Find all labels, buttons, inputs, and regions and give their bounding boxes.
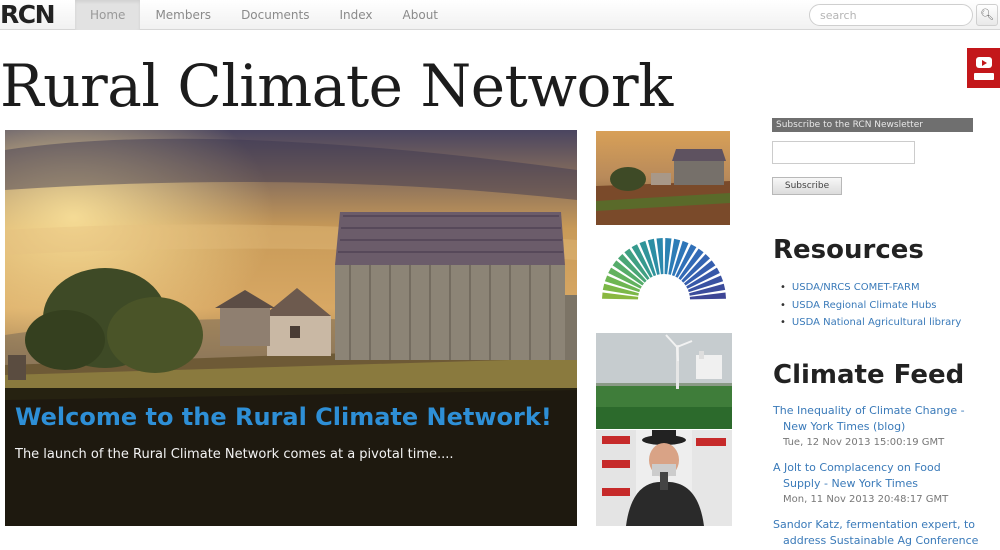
feed-item: A Jolt to Complacency on Food Supply - N… bbox=[773, 460, 1000, 508]
feed-item: Sandor Katz, fermentation expert, to add… bbox=[773, 517, 1000, 549]
resource-link-comet-farm[interactable]: USDA/NRCS COMET-FARM bbox=[780, 279, 961, 297]
search-button[interactable]: 🔍︎ bbox=[976, 4, 998, 26]
climate-feed-list: The Inequality of Climate Change - New Y… bbox=[773, 403, 1000, 550]
feed-link[interactable]: A Jolt to Complacency on Food Supply - N… bbox=[773, 460, 1000, 492]
resource-link-climate-hubs[interactable]: USDA Regional Climate Hubs bbox=[780, 297, 961, 315]
hero-heading[interactable]: Welcome to the Rural Climate Network! bbox=[15, 400, 565, 434]
feed-item: The Inequality of Climate Change - New Y… bbox=[773, 403, 1000, 451]
newsletter-label: Subscribe to the RCN Newsletter bbox=[772, 118, 973, 132]
thumbnail-speaker[interactable] bbox=[596, 430, 732, 526]
feed-link[interactable]: Sandor Katz, fermentation expert, to add… bbox=[773, 517, 1000, 549]
subscribe-button[interactable]: Subscribe bbox=[772, 177, 842, 195]
resources-list: USDA/NRCS COMET-FARM USDA Regional Clima… bbox=[780, 279, 961, 332]
hero-text: The launch of the Rural Climate Network … bbox=[15, 447, 454, 462]
nav-home[interactable]: Home bbox=[75, 0, 141, 30]
brand-logo[interactable]: RCN bbox=[0, 1, 56, 29]
top-navbar: RCN Home Members Documents Index About 🔍… bbox=[0, 0, 1000, 30]
thumbnail-wind-turbine[interactable] bbox=[596, 333, 732, 429]
feed-date: Mon, 11 Nov 2013 20:48:17 GMT bbox=[783, 494, 949, 505]
nav-documents[interactable]: Documents bbox=[226, 0, 324, 30]
hero-caption: Welcome to the Rural Climate Network! Th… bbox=[5, 388, 577, 526]
search-input[interactable] bbox=[809, 4, 973, 26]
rcn-fan-logo[interactable] bbox=[600, 232, 728, 304]
feed-link[interactable]: The Inequality of Climate Change - New Y… bbox=[773, 403, 1000, 435]
thumbnail-barn[interactable] bbox=[596, 131, 730, 225]
search-icon: 🔍︎ bbox=[980, 8, 994, 21]
nav-index[interactable]: Index bbox=[324, 0, 387, 30]
youtube-icon[interactable] bbox=[967, 48, 1000, 88]
nav-about[interactable]: About bbox=[388, 0, 453, 30]
site-title: Rural Climate Network bbox=[0, 52, 673, 120]
newsletter-email-input[interactable] bbox=[772, 141, 915, 164]
main-nav: Home Members Documents Index About bbox=[75, 0, 453, 30]
resources-heading: Resources bbox=[773, 235, 924, 265]
nav-members[interactable]: Members bbox=[140, 0, 226, 30]
feed-date: Tue, 12 Nov 2013 15:00:19 GMT bbox=[783, 437, 945, 448]
resource-link-ag-library[interactable]: USDA National Agricultural library bbox=[780, 314, 961, 332]
hero-slideshow[interactable]: Welcome to the Rural Climate Network! Th… bbox=[5, 130, 577, 526]
climate-feed-heading: Climate Feed bbox=[773, 360, 965, 390]
